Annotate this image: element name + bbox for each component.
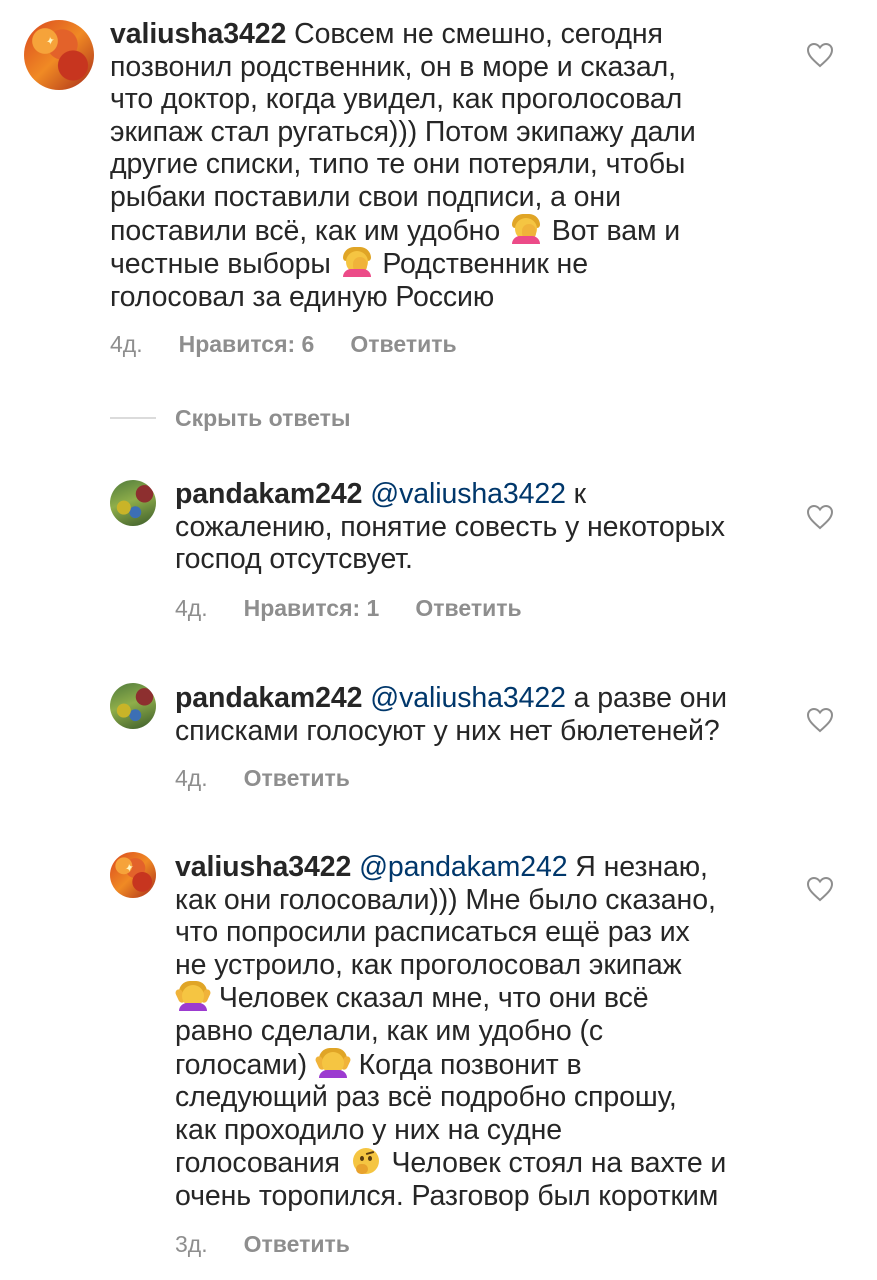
- hide-replies-button[interactable]: Скрыть ответы: [110, 404, 351, 432]
- reply-button[interactable]: Ответить: [415, 594, 521, 622]
- comment-username[interactable]: pandakam242: [175, 682, 363, 714]
- avatar-orange-icon[interactable]: ✦: [110, 852, 156, 898]
- comment-time: 3д.: [175, 1231, 208, 1257]
- woman-shrugging-emoji: [314, 1047, 352, 1078]
- heart-outline-icon[interactable]: [806, 504, 834, 530]
- comment-username[interactable]: valiusha3422: [110, 18, 286, 50]
- heart-outline-icon[interactable]: [806, 876, 834, 902]
- mention-link[interactable]: @valiusha3422: [370, 478, 566, 510]
- woman-facepalming-emoji: [510, 213, 542, 244]
- comment-text: valiusha3422 @pandakam242 Я незнаю, как …: [174, 851, 727, 1212]
- woman-shrugging-emoji: [174, 981, 212, 1012]
- avatar-green-icon[interactable]: [110, 683, 156, 729]
- comment-time: 4д.: [175, 765, 208, 791]
- comment-time: 4д.: [175, 595, 208, 621]
- comment-time: 4д.: [110, 331, 143, 357]
- avatar-green-icon[interactable]: [110, 480, 156, 526]
- comment-username[interactable]: valiusha3422: [175, 851, 351, 883]
- comment-meta: 4д. Нравится: 6 Ответить: [110, 330, 457, 358]
- likes-button[interactable]: Нравится: 1: [244, 594, 380, 622]
- comment-meta: 4д. Нравится: 1 Ответить: [175, 594, 522, 622]
- heart-outline-icon[interactable]: [806, 707, 834, 733]
- comment-meta: 4д. Ответить: [175, 764, 350, 792]
- comment-text: valiusha3422 Совсем не смешно, сегодня п…: [110, 18, 696, 313]
- reply-button[interactable]: Ответить: [244, 764, 350, 792]
- comment-text: pandakam242 @valiusha3422 к сожалению, п…: [175, 478, 725, 576]
- reply-button[interactable]: Ответить: [350, 330, 456, 358]
- comment-text: pandakam242 @valiusha3422 а разве они сп…: [175, 682, 727, 747]
- comment-username[interactable]: pandakam242: [175, 478, 363, 510]
- divider-line: [110, 417, 156, 419]
- likes-button[interactable]: Нравится: 6: [179, 330, 315, 358]
- thinking-face-emoji: [350, 1146, 382, 1176]
- heart-outline-icon[interactable]: [806, 42, 834, 68]
- mention-link[interactable]: @pandakam242: [359, 851, 567, 883]
- mention-link[interactable]: @valiusha3422: [370, 682, 566, 714]
- reply-button[interactable]: Ответить: [244, 1230, 350, 1258]
- avatar-orange-icon[interactable]: ✦: [24, 20, 94, 90]
- hide-replies-label: Скрыть ответы: [175, 405, 351, 431]
- comment-meta: 3д. Ответить: [175, 1230, 350, 1258]
- woman-facepalming-emoji: [341, 247, 373, 278]
